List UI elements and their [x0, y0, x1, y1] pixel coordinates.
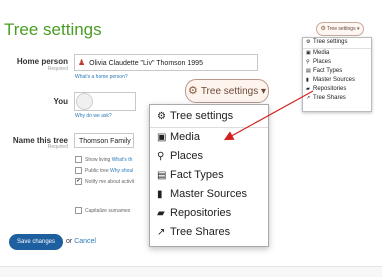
pin-icon: ⚲ — [157, 151, 165, 162]
checkbox-checked[interactable]: ✔ — [75, 178, 82, 185]
share-icon: ↗ — [306, 95, 311, 101]
checkbox[interactable] — [75, 156, 82, 163]
option-text: Capitalize surnames — [85, 207, 131, 214]
option-text: Public tree — [85, 167, 111, 174]
menu-item-label: Tree settings — [170, 110, 234, 122]
menu-item-tree-shares[interactable]: ↗ Tree Shares — [157, 226, 230, 238]
public-tree-checkbox[interactable]: Public tree Why shoul — [75, 167, 133, 174]
bookmark-icon: ▮ — [306, 77, 309, 83]
menu-item-places[interactable]: ⚲ Places — [306, 59, 331, 65]
menu-item-places[interactable]: ⚲ Places — [157, 150, 203, 162]
bookmark-icon: ▮ — [157, 189, 163, 200]
save-changes-button[interactable]: Save changes — [9, 234, 63, 250]
gear-icon: ⚙ — [187, 85, 198, 97]
menu-item-repositories[interactable]: ▰ Repositories — [306, 86, 346, 92]
menu-item-label: Tree Shares — [313, 95, 346, 101]
doc-icon: ▤ — [157, 170, 167, 181]
home-person-label: Home person — [16, 57, 68, 66]
home-person-help-link[interactable]: What's a home person? — [75, 74, 128, 80]
notify-activity-checkbox[interactable]: ✔ Notify me about activit — [75, 178, 134, 185]
menu-divider — [303, 48, 371, 49]
home-person-value: Olivia Claudette "Liv" Thomson 1995 — [89, 60, 203, 67]
home-person-field[interactable]: ♟ Olivia Claudette "Liv" Thomson 1995 — [74, 54, 258, 71]
info-link[interactable]: Why shoul — [110, 168, 133, 174]
you-label: You — [53, 97, 68, 106]
menu-item-label: Master Sources — [313, 77, 356, 83]
page: Tree settings ⚙Tree settings ▾ ⚙ Tree set… — [0, 0, 382, 277]
gear-icon: ⚙ — [157, 111, 166, 122]
menu-item-label: Fact Types — [313, 68, 343, 74]
tree-settings-button-label: Tree settings — [326, 26, 356, 32]
gear-icon: ⚙ — [306, 39, 311, 45]
menu-item-media[interactable]: ▣ Media — [306, 50, 329, 56]
menu-item-repositories[interactable]: ▰ Repositories — [157, 207, 231, 219]
tree-settings-button-label: Tree settings — [200, 86, 259, 97]
person-icon: ♟ — [78, 58, 86, 67]
tree-settings-dropdown-button[interactable]: ⚙Tree settings ▾ — [316, 22, 364, 36]
menu-item-label: Master Sources — [170, 188, 248, 200]
tree-settings-dropdown-button-zoomed[interactable]: ⚙ Tree settings ▾ — [185, 79, 269, 103]
menu-item-tree-settings[interactable]: ⚙ Tree settings — [306, 39, 347, 45]
book-icon: ▰ — [306, 86, 310, 92]
menu-item-media[interactable]: ▣ Media — [157, 131, 200, 143]
gear-icon: ⚙ — [320, 26, 326, 32]
required-note: Required — [47, 144, 68, 150]
option-text: Notify me about activit — [85, 178, 135, 185]
or-text: or — [66, 238, 73, 245]
checkbox[interactable] — [75, 167, 82, 174]
share-icon: ↗ — [157, 227, 166, 238]
cancel-link[interactable]: Cancel — [74, 238, 96, 245]
image-icon: ▣ — [306, 50, 311, 56]
book-icon: ▰ — [157, 208, 165, 219]
menu-item-label: Places — [313, 59, 332, 65]
menu-item-label: Repositories — [170, 207, 232, 219]
option-text: Show living — [85, 156, 112, 163]
capitalize-surnames-checkbox[interactable]: Capitalize surnames — [75, 207, 130, 214]
menu-item-tree-shares[interactable]: ↗ Tree Shares — [306, 95, 346, 101]
show-living-checkbox[interactable]: Show living What's th — [75, 156, 132, 163]
menu-item-label: Places — [170, 150, 204, 162]
menu-item-fact-types[interactable]: ▤ Fact Types — [306, 68, 342, 74]
menu-item-label: Fact Types — [170, 169, 224, 181]
menu-item-label: Tree settings — [313, 39, 348, 45]
tree-settings-menu-zoomed: ⚙ Tree settings ▣ Media ⚲ Places ▤ Fact Type… — [149, 104, 269, 247]
menu-item-label: Media — [170, 131, 200, 143]
menu-item-fact-types[interactable]: ▤ Fact Types — [157, 169, 224, 181]
pin-icon: ⚲ — [306, 59, 310, 65]
menu-item-label: Media — [313, 50, 330, 56]
menu-item-label: Repositories — [313, 86, 347, 92]
why-ask-link[interactable]: Why do we ask? — [75, 113, 112, 119]
menu-item-master-sources[interactable]: ▮ Master Sources — [157, 188, 247, 200]
page-title: Tree settings — [4, 20, 102, 39]
checkbox[interactable] — [75, 207, 82, 214]
tree-name-input[interactable]: Thomson Family Tr — [74, 133, 134, 148]
cancel-row: or Cancel — [66, 238, 96, 245]
tree-settings-menu-small: ⚙ Tree settings ▣ Media ⚲ Places ▤ Fact Type… — [302, 37, 372, 112]
doc-icon: ▤ — [306, 68, 311, 74]
info-link[interactable]: What's th — [112, 157, 133, 163]
menu-divider — [150, 127, 268, 128]
avatar-placeholder — [76, 93, 93, 110]
image-icon: ▣ — [157, 132, 167, 143]
menu-item-tree-settings[interactable]: ⚙ Tree settings — [157, 110, 233, 122]
menu-item-label: Tree Shares — [170, 226, 231, 238]
menu-item-master-sources[interactable]: ▮ Master Sources — [306, 77, 355, 83]
required-note: Required — [47, 66, 68, 72]
